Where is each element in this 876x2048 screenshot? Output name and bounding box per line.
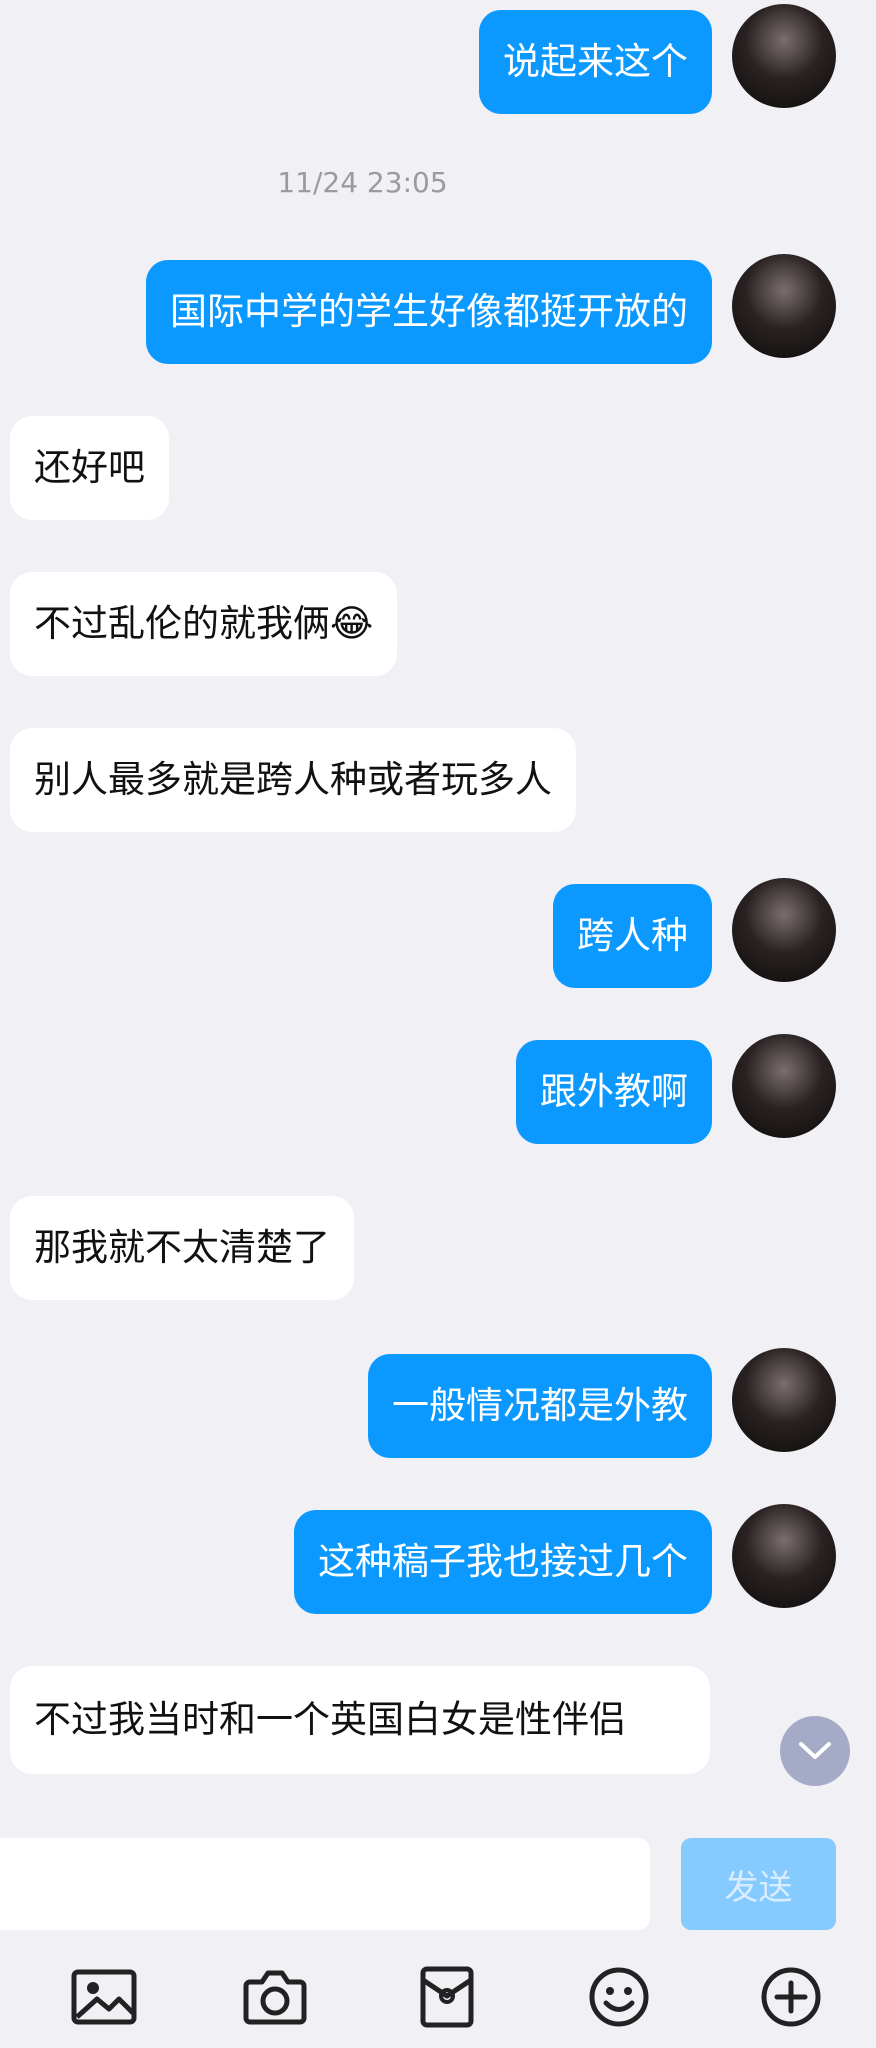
image-icon[interactable]	[69, 1962, 139, 2032]
camera-icon[interactable]	[240, 1962, 310, 2032]
message-bubble-outgoing[interactable]: 跨人种	[553, 884, 712, 988]
chat-area[interactable]: 说起来这个 11/24 23:05 国际中学的学生好像都挺开放的 还好吧 不过乱…	[0, 0, 876, 1822]
composer-toolbar	[0, 1962, 876, 2048]
composer: 发送	[0, 1822, 876, 2048]
message-bubble-outgoing[interactable]: 跟外教啊	[516, 1040, 712, 1144]
avatar[interactable]	[732, 1504, 836, 1608]
plus-icon[interactable]	[756, 1962, 826, 2032]
message-bubble-incoming[interactable]: 还好吧	[10, 416, 169, 520]
message-input[interactable]	[0, 1838, 650, 1930]
avatar[interactable]	[732, 1034, 836, 1138]
message-bubble-outgoing[interactable]: 国际中学的学生好像都挺开放的	[146, 260, 712, 364]
send-button[interactable]: 发送	[681, 1838, 836, 1930]
avatar[interactable]	[732, 1348, 836, 1452]
avatar[interactable]	[732, 878, 836, 982]
message-bubble-incoming[interactable]: 别人最多就是跨人种或者玩多人	[10, 728, 576, 832]
scroll-to-bottom-button[interactable]	[780, 1716, 850, 1786]
avatar[interactable]	[732, 4, 836, 108]
timestamp: 11/24 23:05	[277, 166, 448, 199]
chevron-down-icon	[799, 1742, 831, 1759]
message-bubble-incoming[interactable]: 不过我当时和一个英国白女是性伴侣	[10, 1666, 710, 1774]
message-bubble-incoming[interactable]: 不过乱伦的就我俩😂	[10, 572, 398, 676]
red-packet-icon[interactable]	[412, 1962, 482, 2032]
message-bubble-outgoing[interactable]: 一般情况都是外教	[368, 1354, 712, 1458]
emoji-icon[interactable]	[584, 1962, 654, 2032]
avatar[interactable]	[732, 254, 836, 358]
message-bubble-outgoing[interactable]: 说起来这个	[479, 10, 712, 114]
message-bubble-outgoing[interactable]: 这种稿子我也接过几个	[294, 1510, 712, 1614]
message-bubble-incoming[interactable]: 那我就不太清楚了	[10, 1196, 354, 1300]
